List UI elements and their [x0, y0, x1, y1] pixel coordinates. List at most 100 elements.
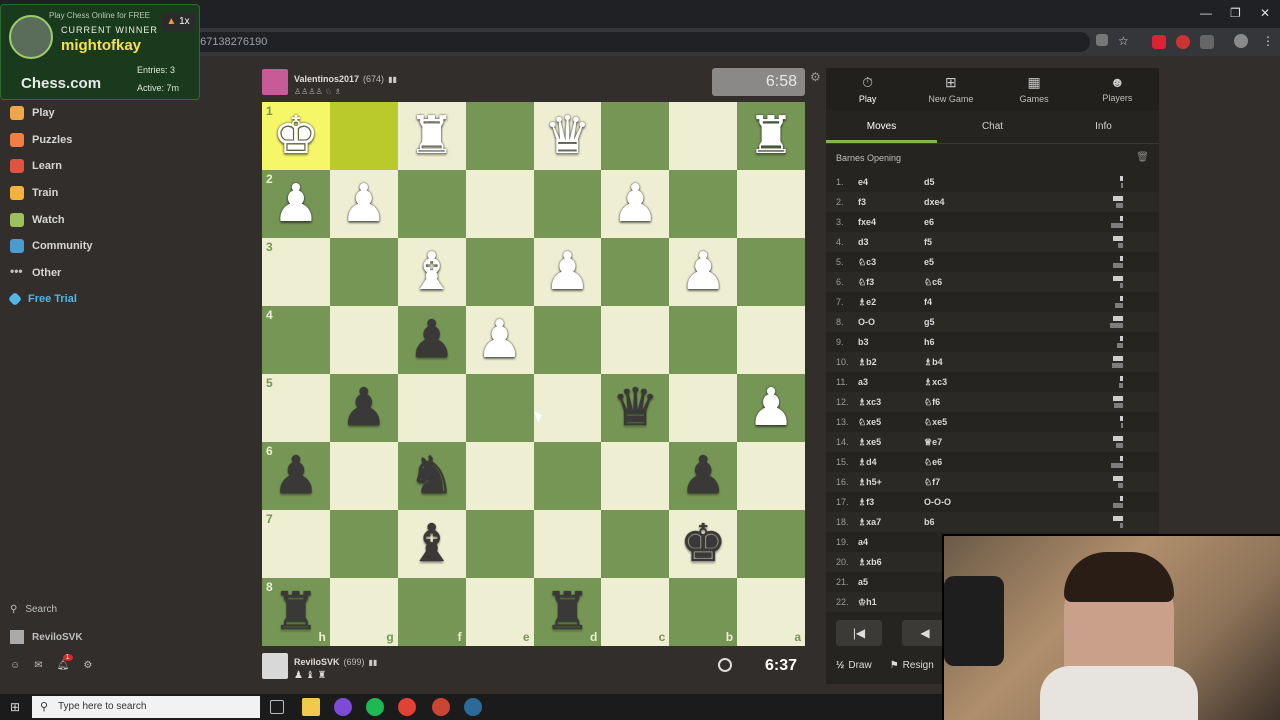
sidebar-item-learn[interactable]: Learn — [0, 153, 110, 180]
adblock-icon[interactable] — [1152, 35, 1166, 49]
board-square[interactable] — [329, 442, 398, 510]
black-move[interactable]: ♘f7 — [924, 477, 1044, 488]
black-move[interactable]: ♘f6 — [924, 397, 1044, 408]
install-icon[interactable] — [1096, 34, 1108, 46]
white-move[interactable]: ♗xa7 — [858, 517, 924, 528]
first-move-button[interactable]: |◀ — [836, 620, 882, 646]
board-square[interactable]: 3 — [262, 238, 330, 306]
white-pawn-piece[interactable]: ♟ — [748, 382, 795, 434]
star-icon[interactable]: ☆ — [1118, 34, 1129, 48]
white-move[interactable]: ♗h5+ — [858, 477, 924, 488]
black-move[interactable]: ♗xc3 — [924, 377, 1044, 388]
board-square[interactable]: e — [465, 578, 534, 646]
white-move[interactable]: b3 — [858, 337, 924, 347]
board-settings-icon[interactable]: ⚙ — [810, 70, 821, 84]
board-square[interactable]: ♟ — [329, 170, 398, 238]
board-square[interactable] — [329, 306, 398, 374]
board-square[interactable]: ♟ — [533, 238, 602, 306]
sidebar-item-other[interactable]: ••• Other — [0, 260, 110, 287]
sidebar-item-puzzles[interactable]: Puzzles — [0, 127, 110, 154]
sidebar-item-play[interactable]: Play — [0, 100, 110, 127]
extension-icon[interactable] — [1176, 35, 1190, 49]
white-move[interactable]: ♗d4 — [858, 457, 924, 468]
black-rook-piece[interactable]: ♜ — [273, 586, 320, 638]
white-pawn-piece[interactable]: ♟ — [476, 314, 523, 366]
board-square[interactable]: 6 ♟ — [262, 442, 330, 510]
board-square[interactable] — [533, 374, 602, 442]
white-move[interactable]: O-O — [858, 317, 924, 327]
black-move[interactable]: ♘c6 — [924, 277, 1044, 288]
white-move[interactable]: ♗e2 — [858, 297, 924, 308]
board-square[interactable] — [533, 170, 602, 238]
top-player-avatar[interactable] — [262, 69, 288, 95]
white-move[interactable]: a5 — [858, 577, 924, 587]
black-move[interactable]: b6 — [924, 517, 1044, 527]
white-pawn-piece[interactable]: ♟ — [341, 178, 388, 230]
board-square[interactable] — [669, 102, 738, 170]
bell-icon[interactable]: 🔔︎ 1 — [57, 654, 73, 671]
board-square[interactable]: 2 ♟ — [262, 170, 330, 238]
file-explorer-icon[interactable] — [302, 698, 320, 716]
black-pawn-piece[interactable]: ♟ — [273, 450, 320, 502]
profile-avatar[interactable] — [1234, 34, 1248, 48]
puzzle-extension-icon[interactable] — [1200, 35, 1214, 49]
board-square[interactable] — [737, 238, 805, 306]
windows-start-icon[interactable]: ⊞ — [10, 700, 20, 714]
tab-new-game[interactable]: ⊞ New Game — [909, 68, 992, 110]
restore-icon[interactable]: ❐ — [1230, 6, 1241, 20]
board-square[interactable]: 7 — [262, 510, 330, 578]
board-square[interactable] — [669, 374, 738, 442]
board-square[interactable] — [737, 442, 805, 510]
white-move[interactable]: ♗xc3 — [858, 397, 924, 408]
sidebar-item-train[interactable]: Train — [0, 180, 110, 207]
board-square[interactable] — [329, 238, 398, 306]
board-square[interactable]: 5 — [262, 374, 330, 442]
board-square[interactable]: ♟ — [669, 442, 738, 510]
board-square[interactable]: ♝ — [397, 238, 466, 306]
board-square[interactable] — [737, 170, 805, 238]
board-square[interactable] — [329, 510, 398, 578]
sidebar-search[interactable]: ⚲ Search — [10, 604, 57, 615]
board-square[interactable] — [669, 170, 738, 238]
board-square[interactable] — [737, 306, 805, 374]
board-square[interactable]: b — [669, 578, 738, 646]
black-rook-piece[interactable]: ♜ — [544, 586, 591, 638]
white-move[interactable]: ♗xe5 — [858, 437, 924, 448]
board-square[interactable]: g — [329, 578, 398, 646]
board-square[interactable]: c — [601, 578, 670, 646]
board-square[interactable] — [465, 170, 534, 238]
black-move[interactable]: h6 — [924, 337, 1044, 347]
board-square[interactable]: 8 h ♜ — [262, 578, 330, 646]
board-square[interactable]: ♞ — [397, 442, 466, 510]
trash-icon[interactable]: 🗑︎ — [1136, 152, 1149, 163]
black-move[interactable]: e5 — [924, 257, 1044, 267]
black-move[interactable]: ♗b4 — [924, 357, 1044, 368]
white-rook-piece[interactable]: ♜ — [408, 110, 455, 162]
taskbar-search[interactable]: ⚲ Type here to search — [32, 696, 260, 718]
mail-icon[interactable]: ✉ — [34, 660, 42, 671]
steam-icon[interactable] — [464, 698, 482, 716]
black-move[interactable]: d5 — [924, 177, 1044, 187]
white-rook-piece[interactable]: ♜ — [748, 110, 795, 162]
tab-games[interactable]: ▦ Games — [993, 68, 1076, 110]
white-king-piece[interactable]: ♚ — [273, 110, 320, 162]
sidebar-user[interactable]: ReviloSVK — [10, 630, 83, 644]
black-move[interactable]: e6 — [924, 217, 1044, 227]
black-move[interactable]: ♘e6 — [924, 457, 1044, 468]
black-knight-piece[interactable]: ♞ — [408, 450, 455, 502]
board-square[interactable] — [737, 510, 805, 578]
board-square[interactable] — [465, 102, 534, 170]
sidebar-item-community[interactable]: Community — [0, 233, 110, 260]
board-square[interactable] — [533, 442, 602, 510]
white-pawn-piece[interactable]: ♟ — [680, 246, 727, 298]
white-move[interactable]: f3 — [858, 197, 924, 207]
black-pawn-piece[interactable]: ♟ — [680, 450, 727, 502]
board-square[interactable] — [601, 102, 670, 170]
board-square[interactable]: ♛ — [601, 374, 670, 442]
menu-dots-icon[interactable]: ⋮ — [1262, 34, 1274, 48]
board-square[interactable]: ♟ — [329, 374, 398, 442]
minimize-icon[interactable]: — — [1200, 6, 1212, 20]
white-move[interactable]: ♗b2 — [858, 357, 924, 368]
board-square[interactable]: f — [397, 578, 466, 646]
black-pawn-piece[interactable]: ♟ — [408, 314, 455, 366]
